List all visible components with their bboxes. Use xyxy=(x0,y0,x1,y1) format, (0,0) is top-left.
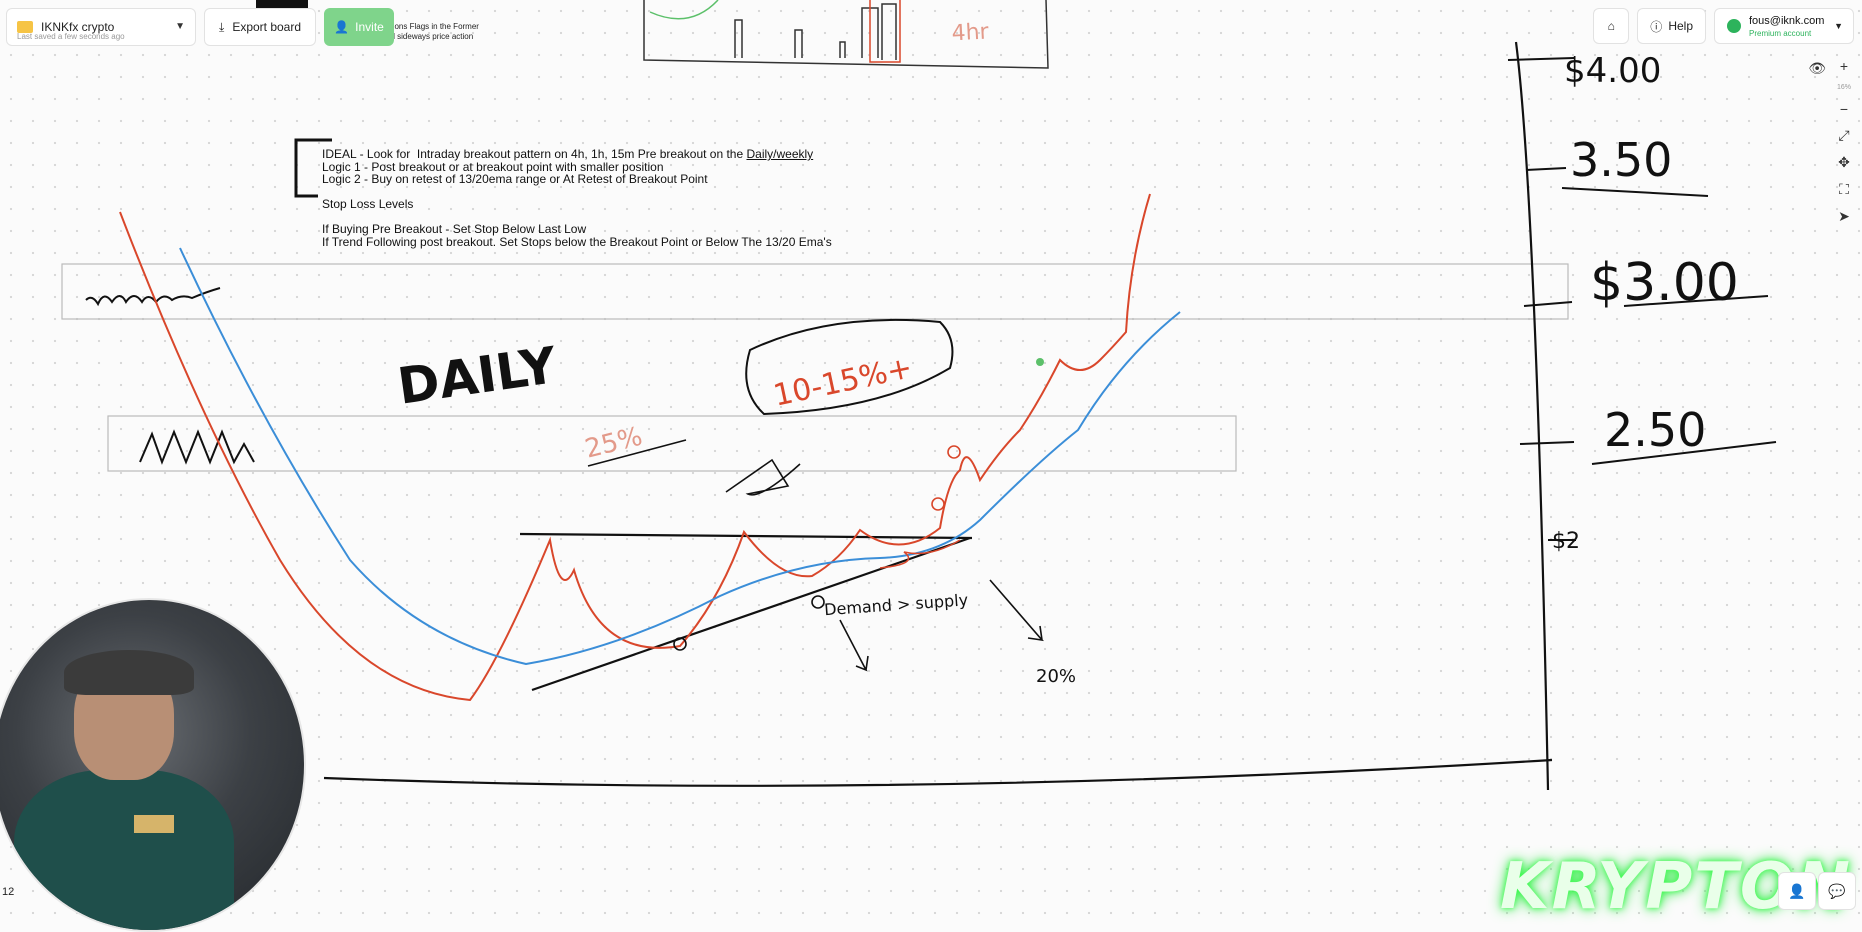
board-thumbnail xyxy=(256,0,308,8)
target-percent-handwriting: 10-15%+ xyxy=(770,350,915,414)
fit-screen-icon[interactable]: ⛶ xyxy=(1839,181,1849,198)
whiteboard-canvas[interactable]: 4hr DAILY 10-15%+ 25% $4.00 3.50 $3.00 2… xyxy=(0,0,1862,932)
pointer-icon[interactable]: ➤ xyxy=(1838,208,1850,225)
ema-curve xyxy=(179,247,1181,666)
home-icon: ⌂ xyxy=(1607,19,1615,33)
move-icon[interactable]: ✥ xyxy=(1838,154,1850,171)
export-board-label: Export board xyxy=(232,20,302,34)
pct-25-handwriting: 25% xyxy=(582,422,645,465)
comment-icon: 💬 xyxy=(1828,882,1846,899)
board-selector[interactable]: IKNKfx crypto Last saved a few seconds a… xyxy=(6,8,196,46)
demand-supply-handwriting: Demand > supply xyxy=(824,590,969,619)
comments-button[interactable]: 💬 xyxy=(1818,872,1856,910)
daily-handwriting: DAILY xyxy=(394,336,560,416)
logic2-text: Logic 2 - Buy on retest of 13/20ema rang… xyxy=(322,172,708,186)
top-toolbar: IKNKfx crypto Last saved a few seconds a… xyxy=(6,8,395,46)
chevron-down-icon: ▼ xyxy=(175,21,185,32)
price-label-350: 3.50 xyxy=(1570,133,1672,187)
home-button[interactable]: ⌂ xyxy=(1593,8,1630,44)
stop-trend-text: If Trend Following post breakout. Set St… xyxy=(322,234,832,249)
help-label: Help xyxy=(1668,19,1693,33)
eye-icon[interactable]: 👁 xyxy=(1808,60,1826,77)
invite-button[interactable]: 👤 Invite xyxy=(324,8,395,46)
presenter-shirt xyxy=(14,770,234,930)
zoom-out-button[interactable]: − xyxy=(1840,101,1848,117)
slide-counter: 12 xyxy=(2,886,15,898)
shirt-logo xyxy=(134,815,174,833)
price-label-2: $2 xyxy=(1552,529,1580,554)
saved-status: Last saved a few seconds ago xyxy=(17,32,125,41)
fullscreen-icon[interactable]: ⤢ xyxy=(1838,127,1849,144)
help-button[interactable]: ⓘ Help xyxy=(1637,8,1706,44)
avatar xyxy=(1727,19,1741,33)
download-icon: ⤓ xyxy=(219,19,225,34)
user-email: fous@iknk.com xyxy=(1749,15,1825,27)
price-label-250: 2.50 xyxy=(1604,403,1706,457)
zoom-level: 16% xyxy=(1836,84,1851,91)
small-triangle-sketch xyxy=(725,458,801,496)
zoom-in-button[interactable]: + xyxy=(1840,58,1848,74)
info-icon: ⓘ xyxy=(1650,19,1663,34)
plus-marker xyxy=(1036,358,1044,366)
add-user-icon: 👤 xyxy=(334,20,350,34)
trendline xyxy=(531,536,971,692)
pct-20-handwriting: 20% xyxy=(1036,666,1076,687)
user-plan: Premium account xyxy=(1749,29,1812,38)
export-board-button[interactable]: ⤓ Export board xyxy=(204,8,317,46)
user-icon: 👤 xyxy=(1788,882,1806,899)
squiggle-lower xyxy=(139,429,255,465)
box-label-handwriting: 4hr xyxy=(951,19,990,46)
invite-label: Invite xyxy=(355,20,384,34)
users-button[interactable]: 👤 xyxy=(1778,872,1816,910)
highlight-box-upper xyxy=(61,263,1569,320)
chart-baseline xyxy=(323,758,1553,787)
price-label-4: $4.00 xyxy=(1564,51,1661,91)
webcam-overlay xyxy=(0,598,306,932)
stop-loss-heading: Stop Loss Levels xyxy=(322,197,414,211)
chevron-down-icon: ▼ xyxy=(1834,21,1843,31)
price-axis-line xyxy=(1514,41,1550,791)
ideal-underlined-text: Daily/weekly xyxy=(746,147,814,161)
account-menu-button[interactable]: fous@iknk.com Premium account ▼ xyxy=(1714,8,1854,44)
presenter-cap xyxy=(64,650,194,695)
strategy-notes: IDEAL - Look for Intraday breakout patte… xyxy=(322,148,832,248)
zoom-controls: 👁 + 16% − ⤢ ✥ ⛶ ➤ xyxy=(1808,58,1856,225)
account-toolbar: ⌂ ⓘ Help fous@iknk.com Premium account ▼ xyxy=(1593,8,1854,44)
